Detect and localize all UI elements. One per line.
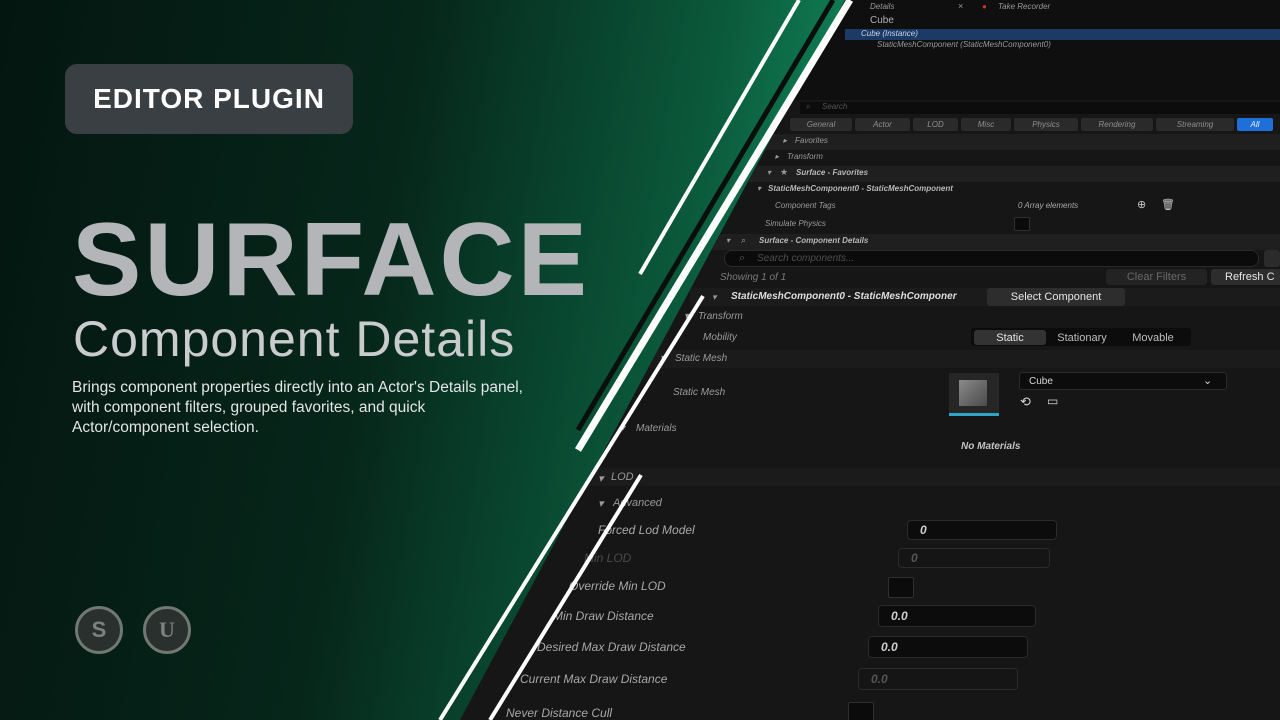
diagonal-line-5: [488, 473, 643, 720]
diagonal-lines-svg: [438, 0, 853, 720]
thumbnail: EDITOR PLUGIN SURFACE Component Details …: [0, 0, 1280, 720]
diagonal-line-1: [638, 0, 801, 276]
diagonal-line-4: [438, 294, 705, 720]
diagonal-line-3: [575, 0, 836, 432]
diagonal-line-2: [575, 0, 853, 452]
